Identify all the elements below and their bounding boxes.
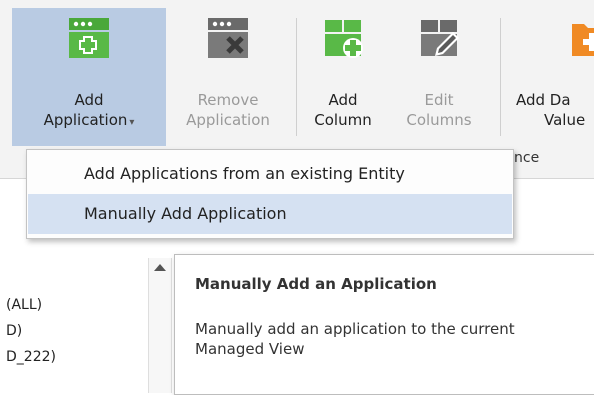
ribbon-group-label: nce [514,150,540,166]
add-column-label: Add Column [302,90,384,130]
tooltip-body: Manually add an application to the curre… [195,320,515,358]
edit-columns-icon [421,20,459,56]
edit-columns-line2: Columns [406,111,472,129]
menu-item-manually-add[interactable]: Manually Add Application [28,194,512,234]
edit-columns-button[interactable]: Edit Columns [386,8,492,146]
add-column-line2: Column [314,111,372,129]
add-application-line1: Add [74,91,104,109]
add-data-value-button[interactable]: Add Da Value [510,8,594,146]
list-item[interactable]: (ALL) [6,297,42,313]
remove-window-icon [208,18,248,58]
menu-item-label: Add Applications from an existing Entity [84,164,405,183]
add-application-line2: Application [43,111,128,129]
list-item[interactable]: D_222) [6,349,56,365]
remove-application-line2: Application [186,111,270,129]
add-data-value-label: Add Da Value [516,90,594,130]
add-window-icon [69,18,109,58]
menu-item-label: Manually Add Application [84,204,287,223]
ribbon-separator-2 [500,18,501,136]
add-application-label: Add Application ▾ [12,90,166,133]
list-item[interactable]: D) [6,323,22,339]
menu-item-add-from-entity[interactable]: Add Applications from an existing Entity [28,154,512,194]
add-folder-icon [572,24,594,56]
add-column-line1: Add [328,91,358,109]
add-application-button[interactable]: Add Application ▾ [12,8,166,146]
chevron-down-icon: ▾ [129,117,135,128]
add-data-value-line2: Value [544,111,586,129]
remove-application-label: Remove Application [168,90,288,130]
add-column-icon [325,20,363,58]
list-scrollbar[interactable] [148,258,172,393]
add-data-value-line1: Add Da [516,91,571,109]
remove-application-button[interactable]: Remove Application [168,8,288,146]
tooltip: Manually Add an Application Manually add… [174,254,594,395]
add-application-dropdown-menu: Add Applications from an existing Entity… [26,149,514,239]
edit-columns-line1: Edit [424,91,454,109]
ribbon-separator [296,18,297,136]
remove-application-line1: Remove [197,91,259,109]
edit-columns-label: Edit Columns [386,90,492,130]
tooltip-title: Manually Add an Application [195,275,437,293]
scroll-up-arrow-icon[interactable] [154,264,166,271]
add-column-button[interactable]: Add Column [302,8,384,146]
